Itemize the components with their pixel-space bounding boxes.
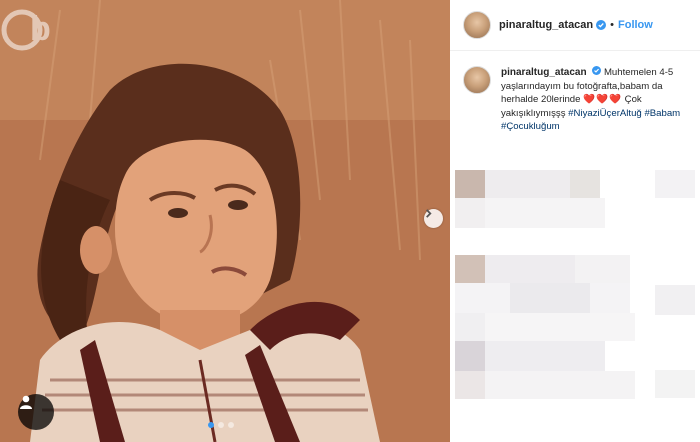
blurred-block: [485, 198, 605, 228]
blurred-block: [485, 341, 605, 371]
hashtag-link[interactable]: #Çocukluğum: [501, 121, 560, 132]
tagged-users-button[interactable]: [18, 394, 54, 430]
blurred-block: [655, 285, 695, 315]
blurred-block: [575, 255, 630, 283]
caption-avatar[interactable]: [463, 66, 491, 94]
blurred-block: [570, 170, 600, 198]
post-photo[interactable]: b: [0, 0, 450, 442]
blurred-block: [485, 313, 635, 341]
avatar[interactable]: [463, 11, 491, 39]
child-portrait-illustration: [0, 0, 450, 442]
blurred-block: [455, 198, 485, 228]
carousel-indicator: [208, 422, 234, 428]
blurred-block: [455, 371, 485, 399]
next-photo-button[interactable]: [424, 209, 443, 228]
carousel-dot: [218, 422, 224, 428]
blurred-block: [455, 313, 485, 341]
blurred-block: [485, 255, 575, 283]
verified-badge-icon: [592, 66, 602, 75]
caption-username-link[interactable]: pinaraltug_atacan: [501, 67, 587, 78]
carousel-dot: [228, 422, 234, 428]
blurred-block: [655, 370, 695, 398]
heart-emoji-icons: ❤️❤️❤️: [583, 94, 622, 105]
blurred-block: [655, 170, 695, 198]
blurred-block: [455, 170, 485, 198]
blurred-block: [455, 255, 485, 283]
post-caption: pinaraltug_atacan Muhtemelen 4-5 yaşları…: [463, 66, 691, 134]
user-silhouette-icon: [20, 395, 32, 409]
watermark-logo: b: [1, 9, 51, 51]
post-side-panel: pinaraltug_atacan • Follow pinaraltug_at…: [450, 0, 700, 442]
caption-text: pinaraltug_atacan Muhtemelen 4-5 yaşları…: [501, 66, 691, 134]
verified-badge-icon: [596, 20, 607, 30]
blurred-block: [485, 371, 635, 399]
chevron-right-icon: [426, 209, 432, 218]
blurred-comments-area: [450, 140, 700, 442]
blurred-block: [455, 341, 485, 371]
username-link[interactable]: pinaraltug_atacan: [499, 19, 593, 31]
svg-text:b: b: [30, 10, 51, 48]
blurred-block: [510, 283, 590, 313]
post-header: pinaraltug_atacan • Follow: [450, 0, 700, 51]
carousel-dot-active: [208, 422, 214, 428]
instagram-post: b pinaraltug_atacan • Follow pinaraltug_…: [0, 0, 700, 442]
follow-button[interactable]: Follow: [618, 19, 653, 31]
hashtag-link[interactable]: #NiyaziÜçerAltuğ: [568, 108, 642, 119]
separator-dot: •: [610, 19, 614, 31]
hashtag-link[interactable]: #Babam: [644, 108, 680, 119]
